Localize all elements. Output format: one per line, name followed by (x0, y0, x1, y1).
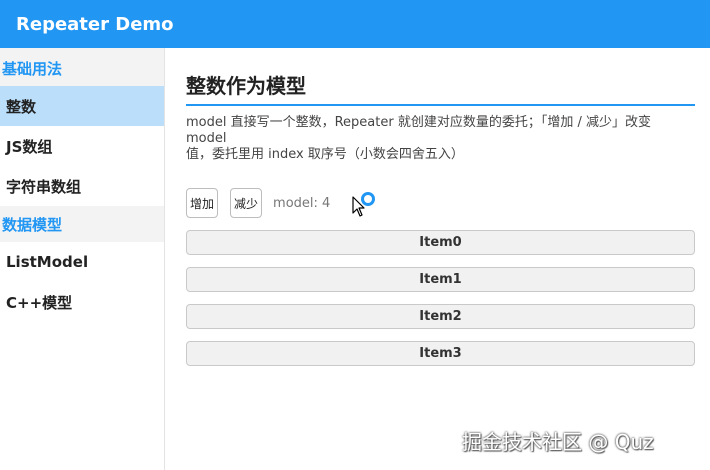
repeater-item-button[interactable]: Item3 (186, 341, 695, 366)
increase-button[interactable]: 增加 (186, 188, 219, 218)
sidebar-item-label: JS数组 (6, 137, 53, 156)
sidebar-group-data-model: 数据模型 (0, 206, 164, 242)
page-title: 整数作为模型 (186, 74, 306, 98)
watermark: 掘金技术社区 @ Quz (462, 430, 654, 454)
title-divider (186, 104, 695, 106)
sidebar-item-label: 整数 (6, 97, 37, 116)
description-line: 值，委托里用 index 取序号（小数会四舍五入） (186, 147, 464, 162)
sidebar-item-label: ListModel (6, 253, 89, 271)
app-title-bar: Repeater Demo (0, 0, 710, 48)
sidebar-item-integer[interactable]: 整数 (0, 86, 164, 126)
repeater-item-button[interactable]: Item2 (186, 304, 695, 329)
model-controls: 增加 减少 model: 4 (186, 188, 695, 218)
description: model 直接写一个整数，Repeater 就创建对应数量的委托；「增加 / … (186, 115, 695, 163)
sidebar-item-string-array[interactable]: 字符串数组 (0, 166, 164, 206)
app-title: Repeater Demo (16, 13, 174, 35)
group-header-label: 数据模型 (2, 215, 63, 234)
model-value-label: model: 4 (273, 195, 331, 211)
main-content: 整数作为模型 model 直接写一个整数，Repeater 就创建对应数量的委托… (186, 48, 695, 366)
decrease-button[interactable]: 减少 (230, 188, 263, 218)
repeater-items: Item0 Item1 Item2 Item3 (186, 230, 695, 366)
repeater-item-button[interactable]: Item1 (186, 267, 695, 292)
sidebar: 基础用法 整数 JS数组 字符串数组 数据模型 ListModel C++模型 (0, 48, 165, 470)
sidebar-item-label: 字符串数组 (6, 177, 82, 196)
busy-ring-icon (361, 192, 375, 206)
sidebar-item-label: C++模型 (6, 293, 73, 312)
repeater-item-button[interactable]: Item0 (186, 230, 695, 255)
sidebar-item-listmodel[interactable]: ListModel (0, 242, 164, 282)
description-line: model 直接写一个整数，Repeater 就创建对应数量的委托；「增加 / … (186, 115, 651, 146)
sidebar-group-basic: 基础用法 (0, 48, 164, 86)
sidebar-item-cpp-model[interactable]: C++模型 (0, 282, 164, 322)
group-header-label: 基础用法 (2, 59, 63, 78)
sidebar-item-js-array[interactable]: JS数组 (0, 126, 164, 166)
